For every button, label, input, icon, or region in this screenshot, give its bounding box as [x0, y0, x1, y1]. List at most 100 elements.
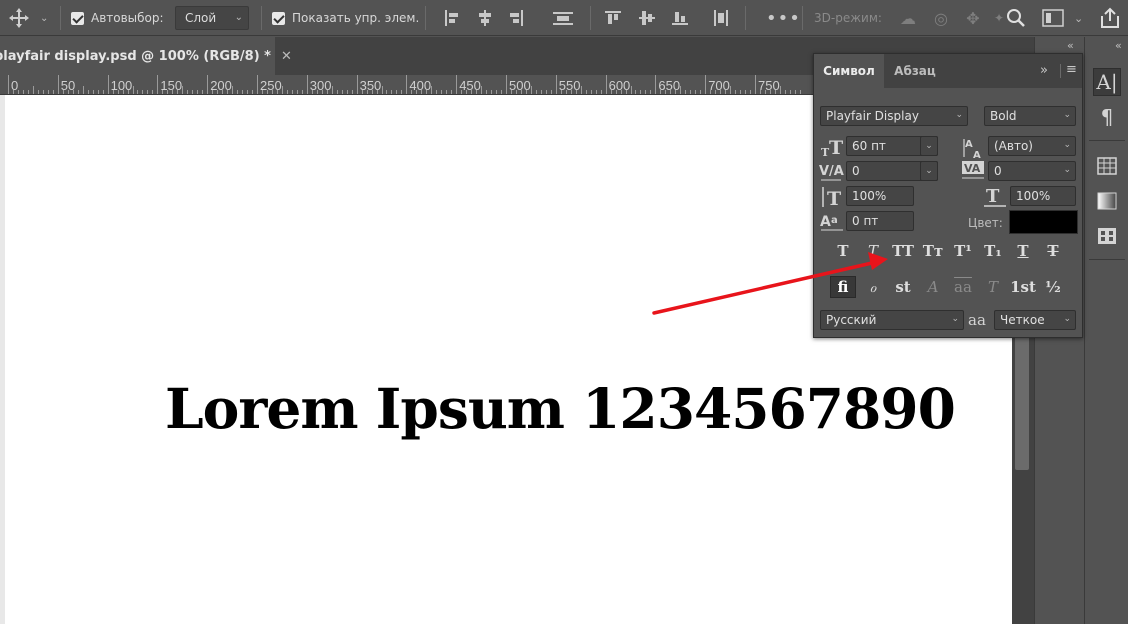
ruler-minor-tick — [745, 90, 747, 94]
ruler-minor-tick — [62, 90, 64, 94]
ruler-minor-tick — [117, 90, 119, 94]
ruler-minor-tick — [366, 90, 368, 94]
ruler-minor-tick — [167, 90, 169, 94]
underline-button[interactable]: T — [1010, 240, 1036, 262]
swash-button[interactable]: A — [920, 276, 946, 298]
tab-paragraph[interactable]: Абзац — [884, 54, 946, 88]
strikethrough-button[interactable]: T — [1040, 240, 1066, 262]
small-caps-button[interactable]: Tт — [920, 240, 946, 262]
antialias-dropdown[interactable]: Четкое ⌄ — [994, 310, 1076, 330]
tracking-icon: VA — [960, 160, 986, 182]
ruler-minor-tick — [675, 90, 677, 94]
show-controls-checkbox[interactable] — [272, 0, 285, 36]
tool-preset-chevron-icon[interactable]: ⌄ — [40, 0, 48, 36]
text-color-swatch[interactable] — [1009, 210, 1078, 234]
horizontal-scale-input[interactable]: 100% — [1010, 186, 1076, 206]
distribute-icon[interactable] — [552, 0, 574, 36]
svg-text:T: T — [829, 137, 843, 158]
ruler-minor-tick — [22, 90, 24, 94]
character-panel-button[interactable]: A| — [1093, 68, 1121, 96]
language-dropdown[interactable]: Русский ⌄ — [820, 310, 964, 330]
fractions-button[interactable]: ½ — [1040, 276, 1066, 298]
gradient-panel-button[interactable] — [1093, 187, 1121, 215]
ruler-minor-tick — [162, 90, 164, 94]
ruler-minor-tick — [550, 90, 552, 94]
canvas-text-layer[interactable]: Lorem Ipsum 1234567890 — [165, 376, 956, 441]
move-tool-icon[interactable] — [8, 0, 30, 36]
ruler-minor-tick — [750, 90, 752, 94]
ruler-major-tick — [555, 75, 557, 94]
ordinals-button[interactable]: 1st — [1010, 276, 1036, 298]
ruler-minor-tick — [520, 90, 522, 94]
align-bottom-icon[interactable] — [671, 0, 689, 36]
align-left-icon[interactable] — [443, 0, 461, 36]
leading-value: (Авто) — [994, 139, 1033, 153]
ruler-minor-tick — [296, 90, 298, 94]
subscript-button[interactable]: T₁ — [980, 240, 1006, 262]
font-size-icon: TT — [820, 136, 846, 158]
autoselect-label: Автовыбор: — [91, 11, 164, 25]
collapse-dock-icon[interactable]: « — [1115, 39, 1122, 52]
svg-text:A: A — [820, 214, 831, 230]
ruler-minor-tick — [510, 90, 512, 94]
more-options-icon[interactable]: ••• — [766, 0, 801, 36]
align-center-horizontal-icon[interactable] — [476, 0, 494, 36]
ruler-minor-tick — [92, 90, 94, 94]
align-top-icon[interactable] — [604, 0, 622, 36]
font-size-chevron-icon[interactable]: ⌄ — [920, 136, 938, 156]
all-caps-button[interactable]: TT — [890, 240, 916, 262]
panel-collapse-icon[interactable]: » — [1040, 63, 1048, 78]
font-family-dropdown[interactable]: Playfair Display ⌄ — [820, 106, 968, 126]
character-icon: A| — [1096, 70, 1118, 94]
search-icon[interactable] — [1006, 0, 1026, 36]
faux-bold-button[interactable]: T — [830, 240, 856, 262]
chevron-down-icon: ⌄ — [955, 110, 963, 120]
ruler-minor-tick — [710, 90, 712, 94]
ruler-major-tick — [655, 75, 657, 94]
workspace-icon[interactable] — [1042, 0, 1064, 36]
leading-dropdown[interactable]: (Авто) ⌄ — [988, 136, 1076, 156]
align-right-icon[interactable] — [507, 0, 525, 36]
paragraph-panel-button[interactable]: ¶ — [1093, 103, 1121, 131]
document-tab[interactable]: playfair display.psd @ 100% (RGB/8) * ✕ — [0, 37, 292, 75]
expand-panels-icon[interactable]: « — [1067, 39, 1074, 52]
ruler-minor-tick — [625, 90, 627, 94]
kerning-chevron-icon[interactable]: ⌄ — [920, 161, 938, 181]
ruler-minor-tick — [361, 90, 363, 94]
ruler-minor-tick — [540, 90, 542, 94]
ruler-label: 650 — [658, 78, 681, 93]
ruler-minor-tick — [321, 90, 323, 94]
scrollbar-thumb[interactable] — [1015, 335, 1029, 470]
autoselect-checkbox[interactable] — [71, 0, 84, 36]
ruler-minor-tick — [172, 90, 174, 94]
stylistic-alternates-button[interactable]: aa — [950, 276, 976, 298]
glyphs-panel-button[interactable] — [1093, 222, 1121, 250]
font-style-dropdown[interactable]: Bold ⌄ — [984, 106, 1076, 126]
titling-alternates-button[interactable]: T — [980, 276, 1006, 298]
workspace-chevron-icon[interactable]: ⌄ — [1074, 0, 1083, 36]
ruler-minor-tick — [112, 90, 114, 94]
close-icon[interactable]: ✕ — [281, 49, 292, 64]
tracking-dropdown[interactable]: 0 ⌄ — [988, 161, 1076, 181]
ruler-label: 750 — [758, 78, 780, 93]
share-icon[interactable] — [1099, 0, 1121, 36]
autoselect-target-dropdown[interactable]: Слой ⌄ — [175, 6, 249, 30]
ruler-minor-tick — [52, 90, 54, 94]
ruler-minor-tick — [137, 90, 139, 94]
tab-character[interactable]: Символ — [814, 54, 884, 88]
distribute-vertical-icon[interactable] — [710, 0, 732, 36]
tab-character-label: Символ — [823, 64, 875, 78]
contextual-alternates-button[interactable]: ℴ — [860, 276, 886, 298]
table-panel-button[interactable] — [1093, 152, 1121, 180]
superscript-button[interactable]: T¹ — [950, 240, 976, 262]
ruler-minor-tick — [695, 90, 697, 94]
discretionary-ligatures-button[interactable]: st — [890, 276, 916, 298]
vertical-scale-input[interactable]: 100% — [846, 186, 914, 206]
baseline-shift-input[interactable]: 0 пт — [846, 211, 914, 231]
panel-menu-icon[interactable]: ≡ — [1066, 62, 1077, 77]
standard-ligatures-button[interactable]: ﬁ — [830, 276, 856, 298]
ruler-minor-tick — [431, 86, 433, 94]
ruler-major-tick — [755, 75, 756, 94]
align-middle-vertical-icon[interactable] — [638, 0, 656, 36]
faux-italic-button[interactable]: T — [860, 240, 886, 262]
